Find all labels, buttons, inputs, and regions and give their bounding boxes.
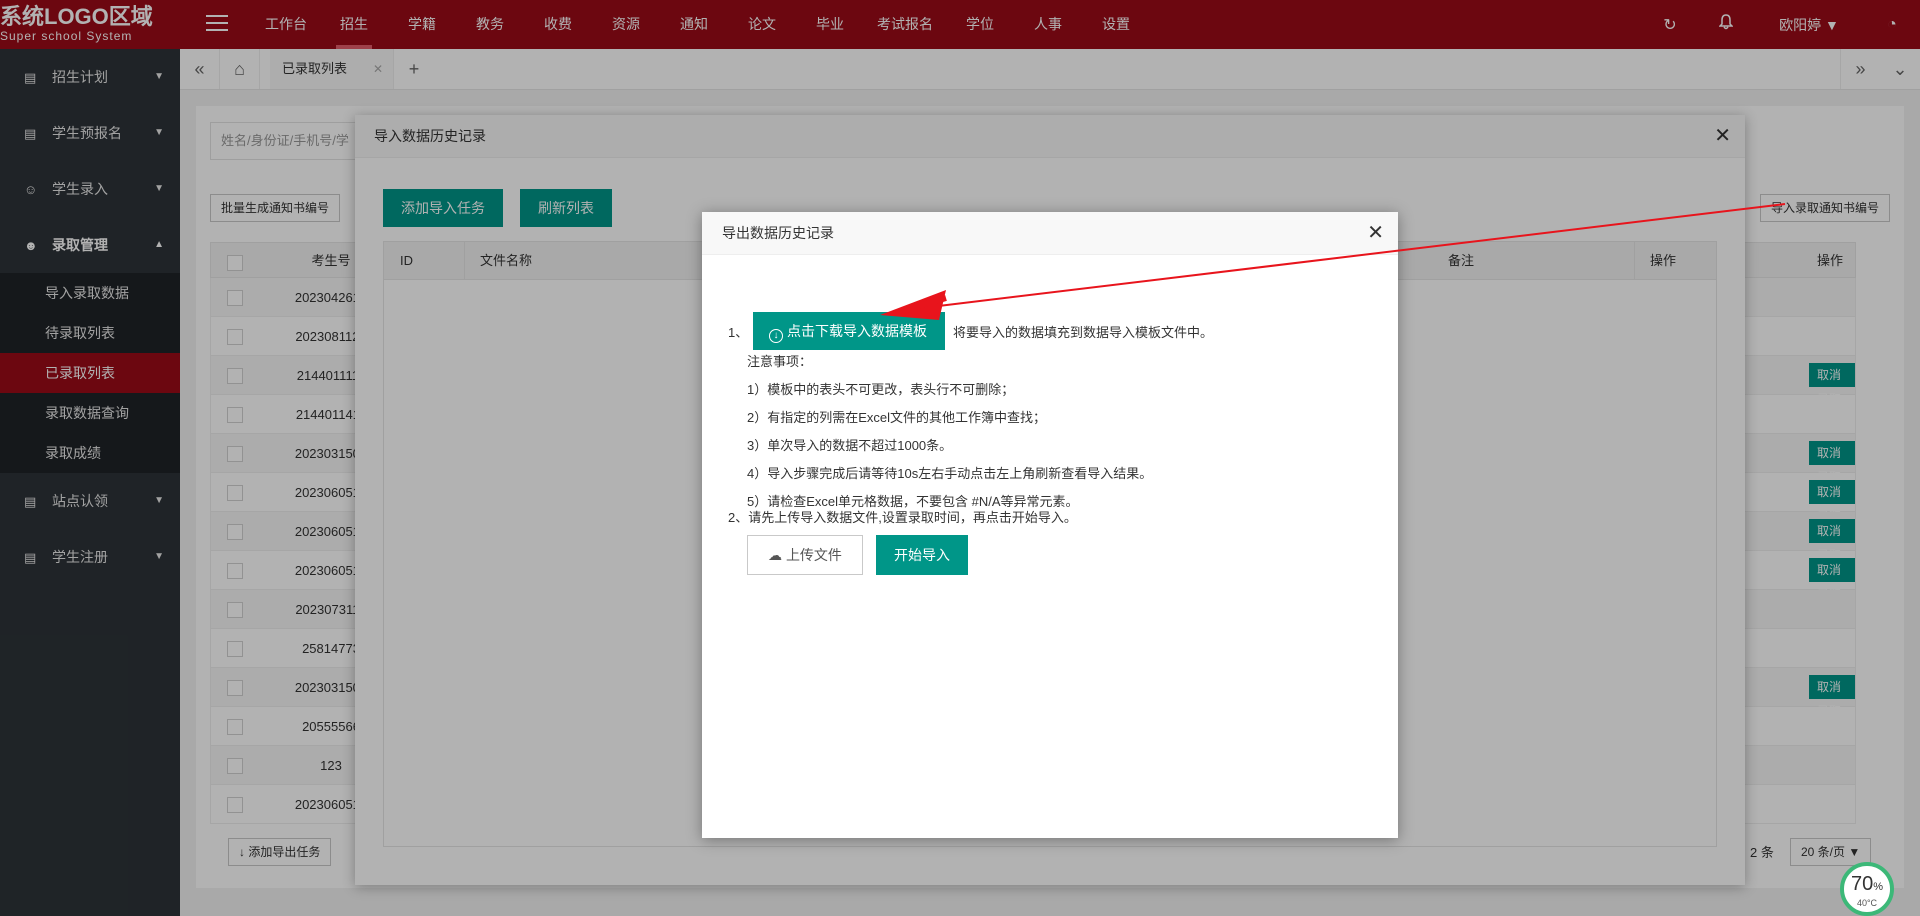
download-icon: ↓ <box>769 329 783 343</box>
notes-title: 注意事项： <box>747 354 813 369</box>
cloud-upload-icon: ☁ <box>768 547 783 563</box>
download-template-button[interactable]: ↓ 点击下载导入数据模板 <box>753 312 945 350</box>
cpu-temp: 40°C <box>1856 898 1878 908</box>
download-button-label: 点击下载导入数据模板 <box>787 323 927 339</box>
performance-widget[interactable]: 70% 40°C <box>1840 862 1902 916</box>
upload-button-label: 上传文件 <box>785 547 842 563</box>
close-icon[interactable]: ✕ <box>1367 212 1384 255</box>
cpu-percent: 70 <box>1850 873 1874 895</box>
export-history-header: 导出数据历史记录 ✕ <box>702 212 1398 255</box>
upload-file-button[interactable]: ☁ 上传文件 <box>747 535 863 575</box>
note-item: 3）单次导入的数据不超过1000条。 <box>747 438 953 453</box>
note-item: 4）导入步骤完成后请等待10s左右手动点击左上角刷新查看导入结果。 <box>747 466 1153 481</box>
start-import-button[interactable]: 开始导入 <box>876 535 968 575</box>
export-history-dialog: 导出数据历史记录 ✕ 1、 ↓ 点击下载导入数据模板 将要导入的数据填充到数据导入… <box>702 212 1398 838</box>
export-history-title: 导出数据历史记录 <box>722 225 834 241</box>
step2-text: 2、请先上传导入数据文件,设置录取时间，再点击开始导入。 <box>728 510 1077 525</box>
note-item: 1）模板中的表头不可更改，表头行不可删除； <box>747 382 1015 397</box>
note-item: 2）有指定的列需在Excel文件的其他工作簿中查找； <box>747 410 1047 425</box>
step1-text: 将要导入的数据填充到数据导入模板文件中。 <box>953 325 1214 340</box>
performance-ring: 70% 40°C <box>1840 862 1894 916</box>
step1-number: 1、 <box>728 325 749 340</box>
